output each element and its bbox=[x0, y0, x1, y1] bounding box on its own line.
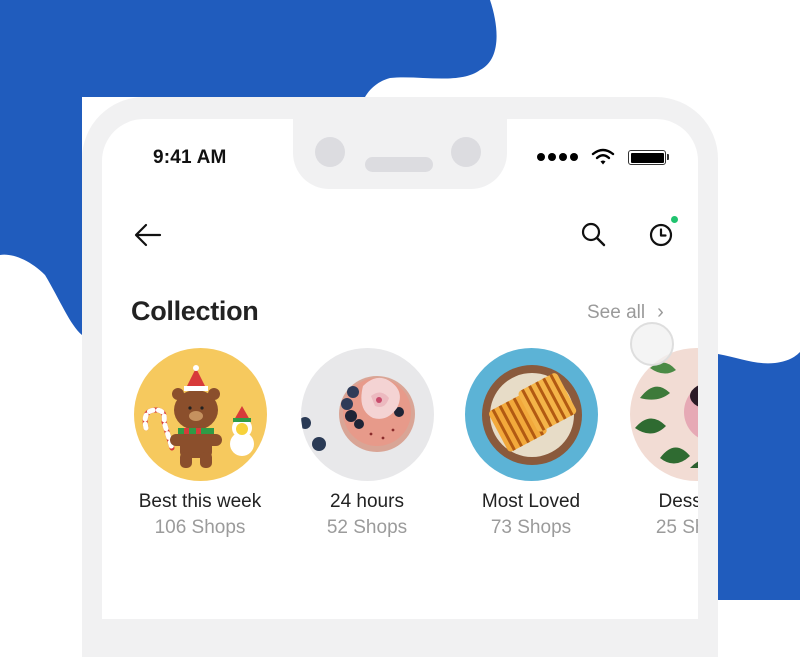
collection-shop-count: 52 Shops bbox=[326, 517, 408, 538]
collection-name: Desserts bbox=[658, 491, 698, 512]
collection-name: Most Loved bbox=[481, 491, 581, 512]
collection-shop-count: 73 Shops bbox=[490, 517, 572, 538]
face-sensor bbox=[451, 137, 481, 167]
front-camera bbox=[315, 137, 345, 167]
search-button[interactable] bbox=[579, 220, 607, 248]
phone-bezel-right bbox=[698, 340, 718, 600]
search-icon bbox=[581, 222, 606, 247]
back-button[interactable] bbox=[133, 221, 163, 249]
arrow-left-icon bbox=[134, 223, 162, 247]
collection-thumbnail-dessert bbox=[629, 348, 698, 481]
blue-blob-left bbox=[0, 97, 82, 335]
collection-thumbnail-gingerbread bbox=[133, 348, 267, 481]
collection-card[interactable]: Best this week 106 Shops bbox=[115, 348, 285, 539]
section-title: Collection bbox=[131, 296, 259, 326]
collection-card[interactable]: Most Loved 73 Shops bbox=[446, 348, 616, 539]
cellular-signal-dots-icon bbox=[537, 153, 578, 161]
blue-blob-right bbox=[718, 352, 800, 600]
collection-name: Best this week bbox=[138, 491, 262, 512]
collection-carousel[interactable]: Best this week 106 Shops 24 hours 52 Sho… bbox=[102, 340, 698, 550]
collection-thumbnail-smoothie bbox=[300, 348, 434, 481]
chevron-right-icon: › bbox=[657, 301, 664, 323]
collection-thumbnail-sandwich bbox=[464, 348, 598, 481]
status-time: 9:41 AM bbox=[153, 147, 227, 168]
collection-name: 24 hours bbox=[330, 491, 404, 512]
wifi-icon bbox=[591, 148, 615, 165]
touch-indicator bbox=[630, 322, 674, 366]
see-all-link[interactable]: See all › bbox=[587, 301, 664, 324]
collection-card[interactable]: 24 hours 52 Shops bbox=[282, 348, 452, 539]
notification-dot bbox=[671, 216, 678, 223]
see-all-label: See all bbox=[587, 301, 646, 323]
collection-card[interactable]: Desserts 25 Shops bbox=[611, 348, 698, 539]
battery-full-icon bbox=[628, 150, 666, 165]
collection-shop-count: 25 Shops bbox=[655, 517, 698, 538]
blue-blob-top-left bbox=[0, 0, 497, 97]
collection-shop-count: 106 Shops bbox=[154, 517, 246, 538]
earpiece-speaker bbox=[365, 157, 433, 172]
battery-tip bbox=[667, 154, 669, 160]
